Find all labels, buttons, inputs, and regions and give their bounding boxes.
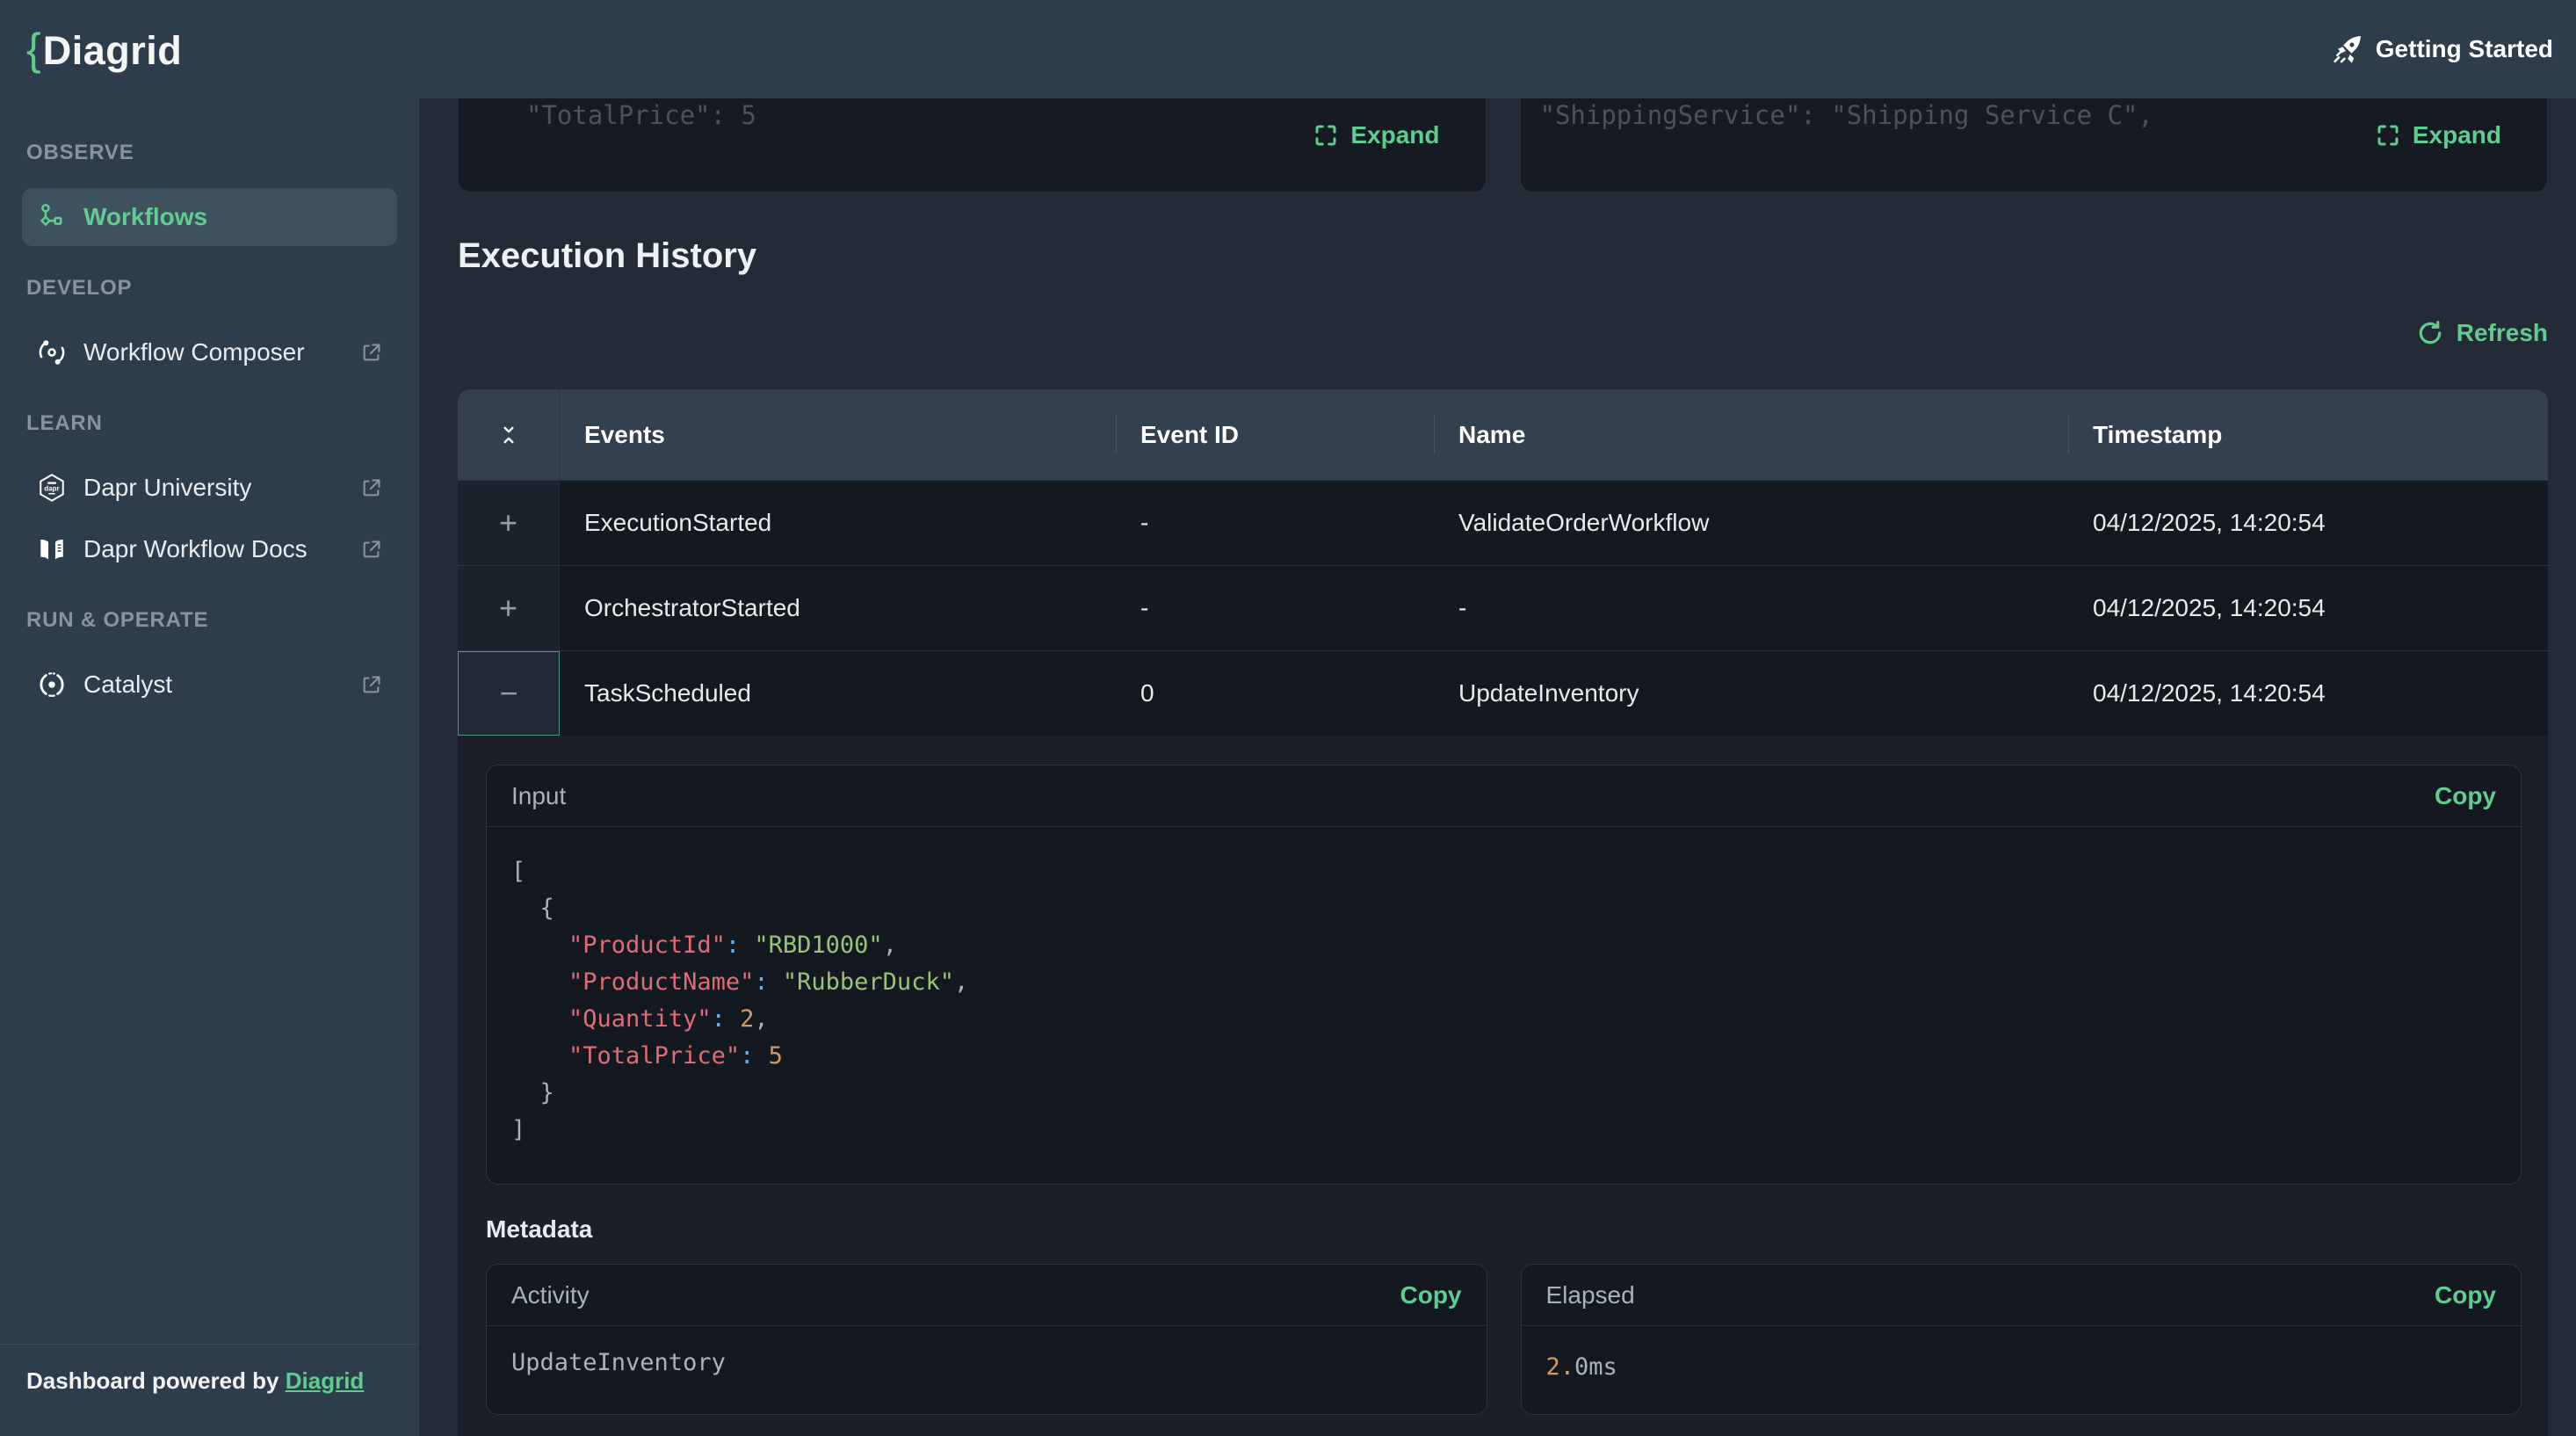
sidebar-section-develop: DEVELOP — [0, 250, 419, 320]
external-link-icon — [359, 538, 383, 562]
sidebar-item-workflow-composer[interactable]: Workflow Composer — [22, 323, 397, 381]
row-detail-panel: Input Copy [ { "ProductId": "RBD1000", "… — [458, 736, 2548, 1436]
elapsed-label: Elapsed — [1546, 1281, 1635, 1309]
cell-name: ValidateOrderWorkflow — [1434, 481, 2068, 565]
row-expand-button[interactable]: + — [458, 481, 560, 565]
row-expand-button[interactable]: + — [458, 566, 560, 650]
sidebar-item-label: Dapr Workflow Docs — [83, 535, 308, 563]
dapr-university-icon: dapr — [36, 472, 68, 504]
powered-by-text: Dashboard powered by — [26, 1367, 279, 1394]
expand-label: Expand — [1350, 121, 1439, 149]
rocket-icon — [2332, 33, 2363, 65]
expand-input-button[interactable]: Expand — [1313, 121, 1439, 149]
sidebar-item-dapr-university[interactable]: dapr Dapr University — [22, 459, 397, 517]
logo-text: Diagrid — [43, 28, 183, 74]
diagrid-footer-link[interactable]: Diagrid — [286, 1367, 365, 1394]
sidebar-item-dapr-workflow-docs[interactable]: Dapr Workflow Docs — [22, 520, 397, 578]
execution-history-table: Events Event ID Name Timestamp + Executi… — [458, 389, 2548, 1436]
copy-input-button[interactable]: Copy — [2435, 782, 2496, 810]
copy-activity-button[interactable]: Copy — [1400, 1281, 1462, 1309]
sidebar-section-observe: OBSERVE — [0, 114, 419, 185]
external-link-icon — [359, 673, 383, 697]
activity-label: Activity — [511, 1281, 590, 1309]
sidebar-item-label: Dapr University — [83, 474, 251, 502]
row-collapse-button[interactable]: − — [458, 651, 560, 736]
column-header-events: Events — [560, 389, 1116, 480]
input-preview-card: "TotalPrice": 5 Expand — [458, 98, 1487, 192]
elapsed-card: Elapsed Copy 2.0ms — [1521, 1264, 2522, 1415]
sidebar-item-label: Workflows — [83, 203, 207, 231]
external-link-icon — [359, 341, 383, 365]
column-header-timestamp: Timestamp — [2068, 389, 2548, 480]
cell-event-id: - — [1116, 481, 1434, 565]
sidebar-item-label: Catalyst — [83, 671, 172, 699]
elapsed-value: 2.0ms — [1522, 1326, 2522, 1386]
cell-name: UpdateInventory — [1434, 651, 2068, 736]
table-header-row: Events Event ID Name Timestamp — [458, 389, 2548, 480]
cell-events: OrchestratorStarted — [560, 566, 1116, 650]
sidebar: OBSERVE Workflows DEVELOP — [0, 98, 419, 1436]
external-link-icon — [359, 476, 383, 500]
getting-started-label: Getting Started — [2376, 35, 2553, 63]
sidebar-section-run-operate: RUN & OPERATE — [0, 582, 419, 652]
sidebar-item-workflows[interactable]: Workflows — [22, 188, 397, 246]
input-json-code: [ { "ProductId": "RBD1000", "ProductName… — [487, 827, 2521, 1184]
logo-brace-icon: { — [26, 24, 41, 75]
workflow-composer-icon — [36, 337, 68, 368]
diagrid-logo[interactable]: { Diagrid — [26, 24, 182, 75]
table-row-expanded[interactable]: − TaskScheduled 0 UpdateInventory 04/12/… — [458, 650, 2548, 736]
cell-event-id: - — [1116, 566, 1434, 650]
collapse-all-button[interactable] — [458, 389, 560, 480]
input-label: Input — [511, 782, 566, 810]
docs-book-icon — [36, 533, 68, 565]
sidebar-section-learn: LEARN — [0, 385, 419, 455]
svg-text:dapr: dapr — [44, 485, 59, 493]
refresh-label: Refresh — [2457, 319, 2548, 347]
expand-icon — [1313, 122, 1339, 149]
catalyst-icon — [36, 669, 68, 700]
refresh-button[interactable]: Refresh — [2416, 315, 2548, 351]
cell-event-id: 0 — [1116, 651, 1434, 736]
metadata-heading: Metadata — [486, 1215, 2522, 1244]
sidebar-footer: Dashboard powered by Diagrid — [0, 1344, 419, 1436]
cell-events: ExecutionStarted — [560, 481, 1116, 565]
cell-name: - — [1434, 566, 2068, 650]
copy-elapsed-button[interactable]: Copy — [2435, 1281, 2496, 1309]
expand-output-button[interactable]: Expand — [2375, 121, 2501, 149]
getting-started-link[interactable]: Getting Started — [2332, 33, 2553, 65]
cell-events: TaskScheduled — [560, 651, 1116, 736]
cell-timestamp: 04/12/2025, 14:20:54 — [2068, 651, 2548, 736]
main-content: "TotalPrice": 5 Expand "ShippingService"… — [419, 98, 2576, 1436]
table-row[interactable]: + OrchestratorStarted - - 04/12/2025, 14… — [458, 565, 2548, 650]
sidebar-item-label: Workflow Composer — [83, 338, 305, 366]
column-header-event-id: Event ID — [1116, 389, 1434, 480]
input-card: Input Copy [ { "ProductId": "RBD1000", "… — [486, 765, 2522, 1185]
cell-timestamp: 04/12/2025, 14:20:54 — [2068, 481, 2548, 565]
cell-timestamp: 04/12/2025, 14:20:54 — [2068, 566, 2548, 650]
activity-card: Activity Copy UpdateInventory — [486, 1264, 1487, 1415]
table-row[interactable]: + ExecutionStarted - ValidateOrderWorkfl… — [458, 480, 2548, 565]
expand-icon — [2375, 122, 2401, 149]
topbar: { Diagrid Getting Started — [0, 0, 2576, 98]
activity-value: UpdateInventory — [487, 1326, 1487, 1376]
refresh-icon — [2416, 319, 2444, 347]
sidebar-item-catalyst[interactable]: Catalyst — [22, 656, 397, 714]
collapse-all-icon — [497, 424, 520, 446]
output-preview-card: "ShippingService": "Shipping Service C",… — [1520, 98, 2549, 192]
workflow-icon — [36, 201, 68, 233]
expand-label: Expand — [2413, 121, 2501, 149]
page-title: Execution History — [458, 235, 2548, 277]
column-header-name: Name — [1434, 389, 2068, 480]
